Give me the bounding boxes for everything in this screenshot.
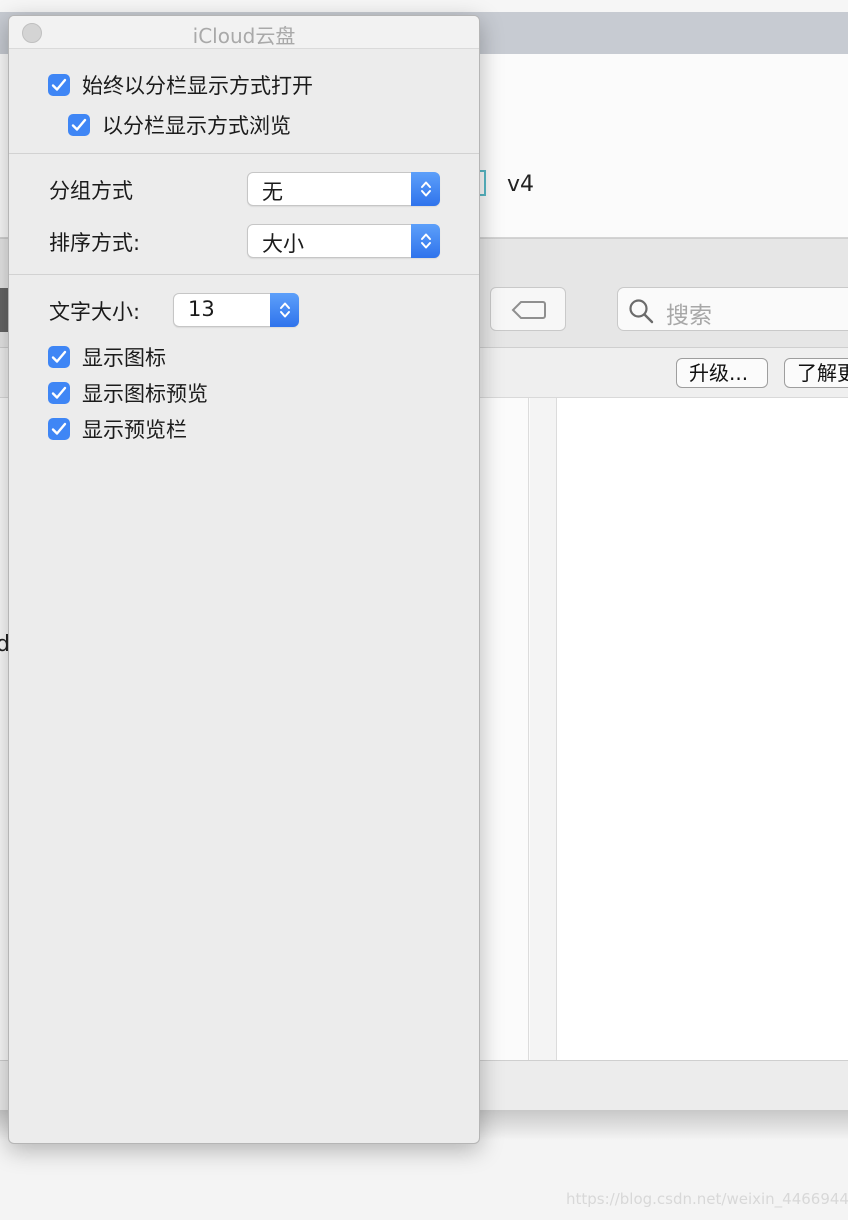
upgrade-button[interactable]: 升级... [676,358,768,388]
checkmark-icon[interactable] [68,114,90,136]
group-by-popup[interactable]: 无 [247,172,440,206]
text-size-label: 文字大小: [49,300,141,324]
checkmark-icon[interactable] [48,418,70,440]
checkbox-label: 显示图标预览 [82,382,208,406]
checkmark-icon[interactable] [48,382,70,404]
group-by-value: 无 [262,180,283,204]
column-divider[interactable] [528,398,529,1060]
show-icon-preview-checkbox[interactable]: 显示图标预览 [48,379,208,407]
panel-titlebar: iCloud云盘 [9,16,479,49]
group-by-label: 分组方式 [49,179,133,203]
watermark: https://blog.csdn.net/weixin_44669441 [566,1190,848,1208]
separator [9,274,479,275]
learn-more-button[interactable]: 了解更 [784,358,848,388]
view-options-panel: iCloud云盘 始终以分栏显示方式打开 以分栏显示方式浏览 分组方式 无 排序… [8,15,480,1144]
checkbox-label: 始终以分栏显示方式打开 [82,74,313,98]
checkbox-label: 显示图标 [82,346,166,370]
preview-column-area[interactable] [557,398,848,1060]
tag-button[interactable] [490,287,566,331]
updown-chevron-icon [411,224,440,258]
checkbox-label: 显示预览栏 [82,418,187,442]
sort-by-popup[interactable]: 大小 [247,224,440,258]
show-preview-column-checkbox[interactable]: 显示预览栏 [48,415,187,443]
version-label: v4 [507,172,535,197]
show-icons-checkbox[interactable]: 显示图标 [48,343,166,371]
separator [9,153,479,154]
browse-column-view-checkbox[interactable]: 以分栏显示方式浏览 [68,111,291,139]
updown-chevron-icon [270,293,299,327]
view-mode-button-edge[interactable] [0,288,8,332]
panel-title: iCloud云盘 [192,24,296,48]
search-icon [629,299,654,324]
checkmark-icon[interactable] [48,74,70,96]
always-open-column-view-checkbox[interactable]: 始终以分栏显示方式打开 [48,71,313,99]
updown-chevron-icon [411,172,440,206]
checkmark-icon[interactable] [48,346,70,368]
search-field[interactable]: 搜索 [617,287,848,331]
sort-by-value: 大小 [262,232,304,256]
background-top-strip [0,0,848,12]
text-size-value: 13 [188,297,215,321]
search-placeholder: 搜索 [666,303,712,329]
sort-by-label: 排序方式: [49,231,141,255]
text-size-popup[interactable]: 13 [173,293,299,327]
checkbox-label: 以分栏显示方式浏览 [102,114,291,138]
tag-icon [511,301,546,319]
